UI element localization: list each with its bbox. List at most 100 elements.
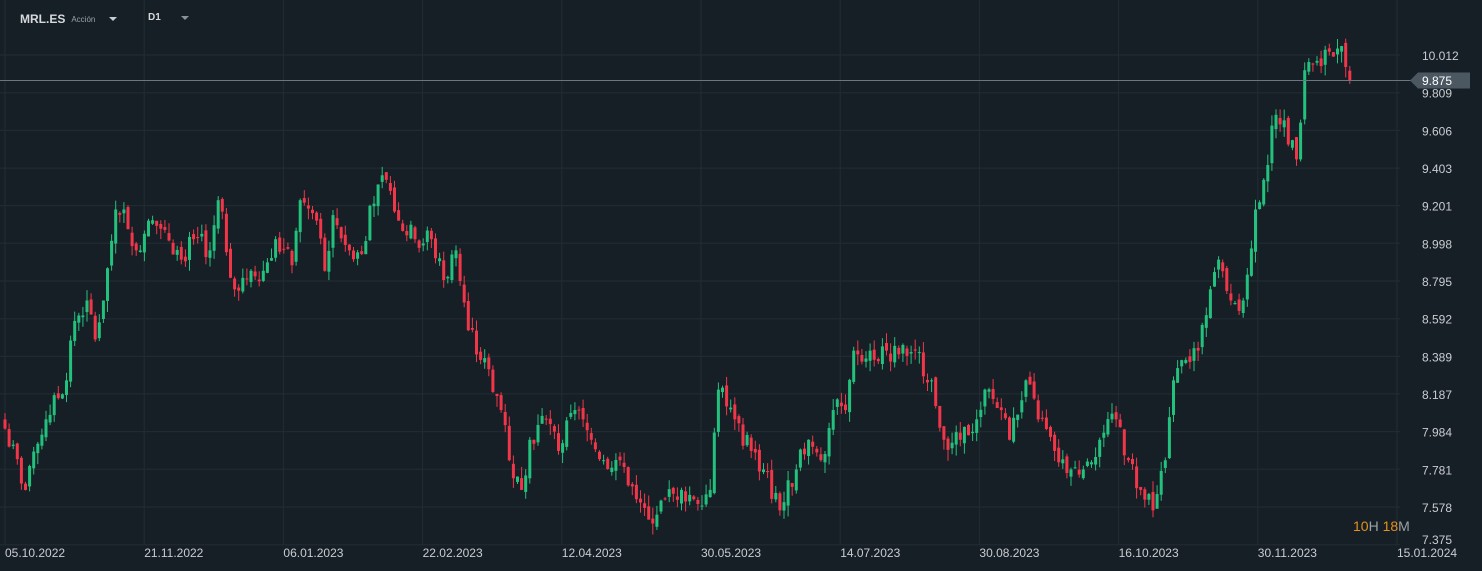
candle-body [1258, 202, 1262, 209]
candle [536, 414, 540, 446]
candle [89, 293, 93, 315]
symbol-selector[interactable]: MRL.ES Acción [20, 12, 118, 26]
candle-body [921, 352, 925, 377]
candle-body [106, 268, 109, 301]
candle [114, 200, 118, 254]
candle [470, 317, 474, 333]
y-tick-label: 7.984 [1422, 426, 1452, 440]
candle [1024, 379, 1028, 403]
candle-body [807, 439, 811, 456]
candle [1315, 56, 1319, 66]
candle [999, 398, 1003, 421]
candle-body [741, 424, 745, 446]
candle [352, 247, 355, 262]
candle-body [274, 239, 278, 258]
candle [483, 349, 487, 369]
candle [1340, 45, 1344, 63]
candle-body [819, 454, 823, 461]
candle [106, 267, 109, 312]
candle [1213, 267, 1216, 287]
candles [3, 38, 1352, 535]
candle [926, 373, 929, 391]
candle-body [803, 448, 806, 455]
candle [409, 220, 413, 240]
candle-body [1061, 459, 1065, 464]
candle-body [1114, 412, 1118, 420]
candle [1311, 62, 1315, 72]
candle-body [630, 484, 634, 487]
x-tick-label: 22.02.2023 [423, 546, 483, 560]
candle-body [663, 498, 667, 500]
candle-body [56, 393, 60, 399]
candle [598, 450, 601, 461]
candle-body [397, 210, 401, 221]
candle [511, 455, 515, 488]
candle-body [823, 454, 827, 463]
candle [1036, 394, 1040, 423]
candlestick-chart[interactable]: 10.012 9.809 9.606 9.403 9.201 8.998 8.795 8.59… [0, 0, 1482, 571]
candle [233, 276, 237, 297]
candle-body [790, 483, 794, 487]
candle-body [36, 443, 40, 454]
candle-body [1196, 347, 1200, 351]
y-tick-label: 9.606 [1422, 124, 1452, 138]
candle-body [11, 444, 15, 446]
candle [790, 482, 794, 496]
candle [212, 215, 216, 259]
candle-body [688, 494, 692, 502]
candle-body [495, 393, 499, 397]
candle-body [528, 439, 532, 479]
time-axis[interactable]: 05.10.2022 21.11.2022 06.01.2023 22.02.2023… [5, 546, 1457, 560]
candle [1176, 360, 1180, 383]
candle [429, 227, 433, 248]
candle-body [651, 518, 655, 524]
candle-body [1151, 491, 1155, 511]
candle [848, 378, 852, 422]
candle-body [286, 247, 290, 249]
candle [7, 423, 11, 448]
candle [1126, 456, 1130, 463]
candle-body [1032, 381, 1036, 399]
candle [585, 413, 589, 442]
candle [327, 240, 331, 281]
candle-body [85, 300, 89, 313]
candle-countdown: 10H 18M [1353, 518, 1410, 534]
candle-body [753, 448, 757, 453]
candle-body [1122, 429, 1126, 456]
candle [413, 225, 417, 243]
candle-body [1327, 48, 1331, 52]
candle-body [544, 418, 548, 420]
candle [770, 459, 774, 504]
candle [101, 300, 105, 323]
candle [1106, 411, 1110, 438]
candle-body [352, 250, 355, 260]
candle-body [643, 503, 647, 508]
candle-body [954, 432, 958, 445]
candle-body [536, 424, 540, 443]
price-axis[interactable]: 10.012 9.809 9.606 9.403 9.201 8.998 8.795 8.59… [1422, 49, 1459, 547]
candle-body [208, 250, 212, 258]
candle [864, 351, 868, 368]
candle [651, 507, 655, 535]
candle [622, 452, 626, 473]
candle [503, 403, 507, 433]
x-tick-label: 30.11.2023 [1258, 546, 1317, 560]
candle [204, 224, 208, 265]
candle [130, 226, 134, 256]
candle-body [557, 433, 560, 451]
candle-body [684, 491, 688, 502]
candle [434, 233, 437, 264]
grid [0, 0, 1400, 546]
candle [85, 290, 89, 322]
candle [466, 292, 470, 332]
y-tick-label: 8.187 [1422, 388, 1452, 402]
candle [901, 343, 905, 362]
candle-body [409, 224, 413, 239]
candle [1155, 485, 1159, 509]
timeframe-selector[interactable]: D1 [148, 12, 189, 23]
y-tick-label: 10.012 [1422, 49, 1459, 63]
candle [708, 479, 712, 498]
candle-body [909, 352, 913, 354]
candle-body [1172, 380, 1175, 415]
candle-body [69, 340, 73, 382]
